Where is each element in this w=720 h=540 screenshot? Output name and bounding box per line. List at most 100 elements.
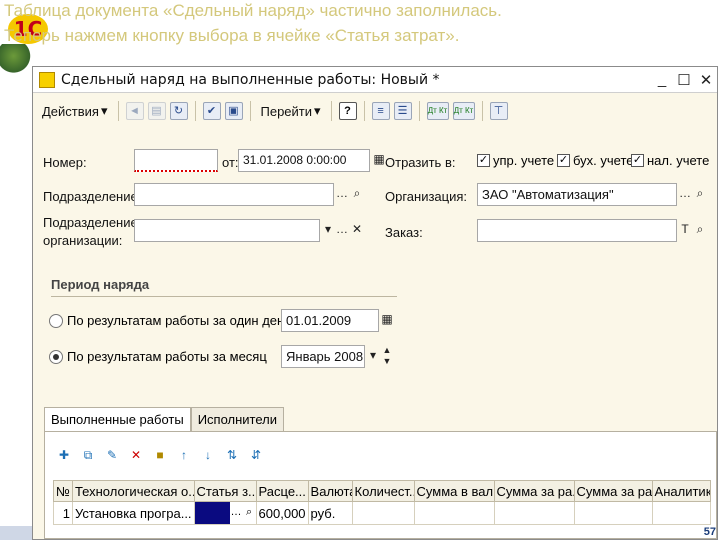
toolbar-divider [330, 101, 332, 121]
toolbar: Действия ▾ ◄ ▤ ↻ ✔ ▣ Перейти ▾ ? ≡ ☰ Дт Кт… [33, 97, 717, 125]
mgmt-accounting-checkbox[interactable]: ✓ упр. учете [477, 153, 554, 168]
actions-menu[interactable]: Действия ▾ [39, 100, 111, 122]
cost-item-cell[interactable]: … ⌕ [193, 501, 257, 525]
dt-kt-movements-icon[interactable]: Дт Кт [452, 102, 475, 120]
sort-desc-icon[interactable]: ⇵ [247, 446, 265, 464]
org-division-field[interactable] [134, 219, 320, 242]
check-icon: ✓ [557, 154, 570, 167]
toolbar-divider [418, 101, 420, 121]
slide: 1С Таблица документа «Сдельный наряд» ча… [0, 0, 720, 540]
column-header[interactable]: № [53, 480, 73, 502]
copy-icon[interactable]: ▤ [147, 102, 166, 120]
actions-label: Действия [42, 103, 99, 119]
type-icon[interactable]: T [677, 219, 693, 242]
bookkeeping-checkbox[interactable]: ✓ бух. учете [557, 153, 634, 168]
dt-kt-icon[interactable]: Дт Кт [426, 102, 449, 120]
period-group-title: Период наряда [51, 277, 150, 292]
organization-field[interactable]: ЗАО "Автоматизация" [477, 183, 677, 206]
delete-row-icon[interactable]: ✕ [127, 446, 145, 464]
toolbar-divider [481, 101, 483, 121]
chevron-down-icon: ▾ [100, 103, 108, 118]
back-icon[interactable]: ◄ [125, 102, 144, 120]
spinner-icon[interactable]: ▲ ▼ [379, 345, 395, 368]
rate-cell[interactable]: 600,000 [255, 501, 309, 525]
column-header[interactable]: Сумма в вал... [413, 480, 495, 502]
edit-row-icon[interactable]: ✎ [103, 446, 121, 464]
post-document-icon[interactable]: ✔ [202, 102, 221, 120]
column-header[interactable]: Количест... [351, 480, 415, 502]
sum-currency-cell[interactable] [413, 501, 495, 525]
sum-work-cell[interactable] [493, 501, 575, 525]
column-header[interactable]: Технологическая о... [71, 480, 195, 502]
select-dots-icon[interactable]: … [334, 219, 350, 242]
select-dots-icon[interactable]: … [229, 502, 243, 524]
caption-line-1: Таблица документа «Сдельный наряд» части… [4, 1, 502, 20]
decoration [0, 44, 34, 74]
division-label: Подразделение: [43, 189, 142, 204]
structure-icon[interactable]: ≡ [371, 102, 390, 120]
toolbar-divider [249, 101, 251, 121]
select-dots-icon[interactable]: … [677, 183, 693, 206]
tax-accounting-checkbox[interactable]: ✓ нал. учете [631, 153, 709, 168]
minimize-button[interactable]: _ [651, 71, 673, 88]
order-field[interactable] [477, 219, 677, 242]
tab-executors[interactable]: Исполнители [190, 407, 284, 432]
row-number-cell[interactable]: 1 [53, 501, 73, 525]
search-icon[interactable]: ⌕ [242, 502, 256, 524]
unpost-icon[interactable]: ▣ [224, 102, 243, 120]
help-icon[interactable]: ? [338, 102, 357, 120]
column-header[interactable]: Статья з... [193, 480, 257, 502]
clear-icon[interactable]: ✕ [349, 219, 365, 242]
sort-asc-icon[interactable]: ⇅ [223, 446, 241, 464]
day-option[interactable]: По результатам работы за один день [49, 313, 291, 328]
currency-cell[interactable]: руб. [307, 501, 353, 525]
quantity-cell[interactable] [351, 501, 415, 525]
column-header[interactable]: Сумма за ра... [493, 480, 575, 502]
add-row-icon[interactable]: ✚ [55, 446, 73, 464]
column-header[interactable]: Сумма за ра... [573, 480, 653, 502]
search-icon[interactable]: ⌕ [349, 183, 365, 206]
check-icon: ✓ [477, 154, 490, 167]
slide-footer-strip [0, 526, 32, 540]
radio-off-icon [49, 313, 63, 328]
column-header[interactable]: Аналитик... [651, 480, 711, 502]
copy-row-icon[interactable]: ⧉ [79, 446, 97, 464]
toolbar-divider [363, 101, 365, 121]
close-button[interactable]: ✕ [695, 71, 717, 89]
operation-cell[interactable]: Установка програ... [71, 501, 195, 525]
month-field[interactable]: Январь 2008 [281, 345, 365, 368]
search-icon[interactable]: ⌕ [692, 183, 708, 206]
refresh-icon[interactable]: ↻ [169, 102, 188, 120]
number-label: Номер: [43, 155, 87, 170]
search-icon[interactable]: ⌕ [692, 219, 708, 242]
list-icon[interactable]: ☰ [393, 102, 412, 120]
tab-completed-works[interactable]: Выполненные работы [44, 407, 191, 432]
sum-work-cell-2[interactable] [573, 501, 653, 525]
bookkeeping-label: бух. учете [573, 153, 634, 168]
filter-icon[interactable]: ⊤ [489, 102, 508, 120]
tab-bar: Выполненные работы Исполнители [44, 407, 284, 432]
works-table: № Технологическая о... Статья з... Расце… [53, 480, 711, 525]
analytics-cell[interactable] [651, 501, 711, 525]
window-titlebar: Сдельный наряд на выполненные работы: Но… [33, 67, 717, 93]
maximize-button[interactable]: ☐ [673, 71, 695, 89]
month-option[interactable]: По результатам работы за месяц [49, 349, 267, 364]
table-row[interactable]: 1 Установка програ... … ⌕ 600,000 руб. [53, 501, 711, 525]
move-down-icon[interactable]: ↓ [199, 446, 217, 464]
division-field[interactable] [134, 183, 334, 206]
end-edit-icon[interactable]: ■ [151, 446, 169, 464]
tab-panel: ✚ ⧉ ✎ ✕ ■ ↑ ↓ ⇅ ⇵ № Технологическая о...… [44, 431, 717, 539]
column-header[interactable]: Валюта [307, 480, 353, 502]
number-field[interactable] [134, 149, 218, 172]
date-field[interactable]: 31.01.2008 0:00:00 [238, 149, 370, 172]
cost-item-input[interactable] [195, 502, 230, 524]
select-dots-icon[interactable]: … [334, 183, 350, 206]
document-icon [39, 71, 55, 88]
toolbar-divider [194, 101, 196, 121]
day-date-field[interactable]: 01.01.2009 [281, 309, 379, 332]
goto-menu[interactable]: Перейти ▾ [258, 100, 324, 122]
calendar-icon[interactable]: ▦ [379, 309, 395, 332]
move-up-icon[interactable]: ↑ [175, 446, 193, 464]
column-header[interactable]: Расце... [255, 480, 309, 502]
document-window: Сдельный наряд на выполненные работы: Но… [32, 66, 718, 540]
